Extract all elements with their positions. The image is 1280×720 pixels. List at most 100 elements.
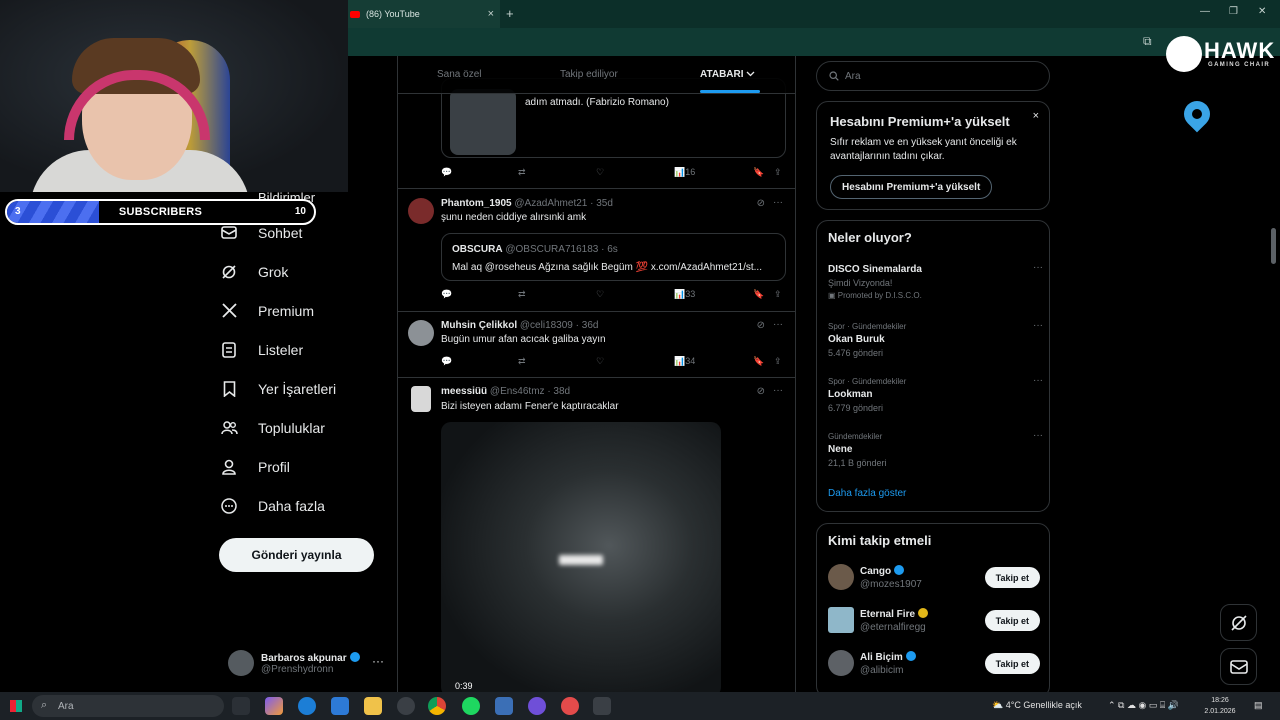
task-view-icon[interactable] — [232, 697, 250, 715]
taskbar-search[interactable]: ⌕ Ara — [32, 695, 224, 717]
tab-for-you[interactable]: Sana özel — [437, 69, 481, 80]
messages-floating-button[interactable] — [1220, 648, 1257, 685]
tweet-2[interactable]: Phantom_1905 @AzadAhmet21 · 35d ⊘ ··· şu… — [398, 189, 795, 312]
author-handle[interactable]: @Ens46tmz · 38d — [490, 386, 570, 397]
more-icon[interactable]: ··· — [1033, 262, 1043, 273]
post-button[interactable]: Gönderi yayınla — [219, 538, 374, 572]
trend-item[interactable]: Gündemdekiler Nene 21,1 B gönderi ··· — [828, 430, 1043, 468]
xbox-icon[interactable] — [397, 697, 415, 715]
reply-icon[interactable]: 💬 — [441, 356, 452, 367]
bookmark-icon[interactable]: 🔖 — [753, 356, 764, 367]
notification-icon[interactable]: ▤ — [1254, 700, 1263, 711]
follow-suggestion[interactable]: Cango @mozes1907 Takip et — [828, 564, 1040, 594]
tab-following[interactable]: Takip ediliyor — [560, 69, 618, 80]
views-count[interactable]: 📊 34 — [674, 356, 695, 367]
more-icon[interactable]: ··· — [773, 197, 783, 208]
retweet-icon[interactable]: ⇄ — [518, 289, 526, 300]
more-icon[interactable]: ··· — [1033, 430, 1043, 441]
grok-floating-button[interactable] — [1220, 604, 1257, 641]
trends-title: Neler oluyor? — [828, 230, 912, 245]
spotify-icon[interactable] — [462, 697, 480, 715]
views-count[interactable]: 📊 16 — [674, 167, 695, 178]
edge-icon[interactable] — [298, 697, 316, 715]
new-tab-button[interactable]: + — [506, 6, 514, 21]
share-icon[interactable]: ⇪ — [774, 167, 782, 178]
copilot-icon[interactable] — [265, 697, 283, 715]
more-icon[interactable]: ··· — [372, 654, 384, 668]
nav-item-lists[interactable]: Listeler — [220, 330, 390, 369]
explorer-icon[interactable] — [364, 697, 382, 715]
follow-button[interactable]: Takip et — [984, 653, 1040, 674]
nav-item-profile[interactable]: Profil — [220, 447, 390, 486]
window-close-icon[interactable]: ✕ — [1258, 6, 1266, 17]
trend-item[interactable]: Spor · Gündemdekiler Lookman 6.779 gönde… — [828, 375, 1043, 413]
chrome-icon[interactable] — [428, 697, 446, 715]
trend-item[interactable]: Spor · Gündemdekiler Okan Buruk 5.476 gö… — [828, 320, 1043, 358]
install-app-icon[interactable]: ⧉ — [1143, 34, 1152, 49]
app-icon[interactable] — [495, 697, 513, 715]
author-handle[interactable]: @AzadAhmet21 · 35d — [514, 198, 613, 209]
nav-item-grok[interactable]: Grok — [220, 252, 390, 291]
tab-atabari[interactable]: ATABARI — [700, 69, 755, 80]
minimize-icon[interactable]: — — [1200, 6, 1210, 17]
grok-icon[interactable]: ⊘ — [757, 386, 765, 397]
discord-icon[interactable] — [528, 697, 546, 715]
more-icon[interactable]: ··· — [1033, 375, 1043, 386]
retweet-icon[interactable]: ⇄ — [518, 167, 526, 178]
quote-card[interactable]: OBSCURA @OBSCURA716183 · 6s Mal aq @rose… — [441, 233, 786, 281]
author-handle[interactable]: @celi18309 · 36d — [520, 320, 599, 331]
retweet-icon[interactable]: ⇄ — [518, 356, 526, 367]
account-switcher[interactable]: Barbaros akpunar @Prenshydronn ··· — [228, 650, 384, 676]
like-icon[interactable]: ♡ — [596, 167, 604, 178]
trend-item[interactable]: DISCO Sinemalarda Şimdi Vizyonda! ▣ Prom… — [828, 262, 1043, 300]
start-icon[interactable] — [10, 700, 22, 712]
store-icon[interactable] — [331, 697, 349, 715]
grok-icon[interactable]: ⊘ — [757, 320, 765, 331]
more-icon[interactable]: ··· — [773, 385, 783, 396]
follow-suggestion[interactable]: Eternal Fire @eternalfiregg Takip et — [828, 607, 1040, 637]
bookmark-icon[interactable]: 🔖 — [753, 167, 764, 178]
tweet-video[interactable]: 0:39 — [441, 422, 721, 697]
reply-icon[interactable]: 💬 — [441, 289, 452, 300]
follow-button[interactable]: Takip et — [984, 610, 1040, 631]
nav-item-bookmarks[interactable]: Yer İşaretleri — [220, 369, 390, 408]
system-tray-icons[interactable]: ⌃ ⧉ ☁ ◉ ▭ ⌸ 🔊 — [1108, 700, 1179, 711]
more-icon[interactable]: ··· — [1033, 320, 1043, 331]
nav-item-communities[interactable]: Topluluklar — [220, 408, 390, 447]
show-more-link[interactable]: Daha fazla göster — [828, 488, 906, 499]
grok-icon[interactable]: ⊘ — [757, 198, 765, 209]
avatar[interactable] — [408, 198, 434, 224]
author-name[interactable]: meessiüü — [441, 386, 487, 397]
avatar — [828, 564, 854, 590]
reply-icon[interactable]: 💬 — [441, 167, 452, 178]
restore-icon[interactable]: ❐ — [1229, 6, 1238, 17]
follow-button[interactable]: Takip et — [984, 567, 1040, 588]
app-icon-red[interactable] — [561, 697, 579, 715]
taskbar-clock[interactable]: 18:26 2.01.2026 — [1200, 695, 1240, 717]
avatar[interactable] — [411, 386, 431, 412]
follow-suggestion[interactable]: Ali Biçim @alibicim Takip et — [828, 650, 1040, 680]
like-icon[interactable]: ♡ — [596, 356, 604, 367]
views-count[interactable]: 📊 33 — [674, 289, 695, 300]
author-name[interactable]: Muhsin Çelikkol — [441, 320, 517, 331]
share-icon[interactable]: ⇪ — [774, 289, 782, 300]
browser-tab-youtube[interactable]: (86) YouTube × — [344, 0, 500, 28]
tweet-header: meessiüü @Ens46tmz · 38d — [441, 386, 570, 397]
share-icon[interactable]: ⇪ — [774, 356, 782, 367]
avatar[interactable] — [408, 320, 434, 346]
weather-widget[interactable]: ⛅ 4°C Genellikle açık — [992, 700, 1082, 711]
settings-icon[interactable] — [593, 697, 611, 715]
more-icon[interactable]: ··· — [773, 319, 783, 330]
nav-item-more[interactable]: Daha fazla — [220, 486, 390, 525]
premium-upgrade-button[interactable]: Hesabını Premium+'a yükselt — [830, 175, 993, 199]
bookmark-icon[interactable]: 🔖 — [753, 289, 764, 300]
tweet-3[interactable]: Muhsin Çelikkol @celi18309 · 36d ⊘ ··· B… — [398, 312, 795, 378]
scrollbar-thumb[interactable] — [1271, 228, 1276, 264]
close-icon[interactable]: × — [1033, 110, 1039, 122]
search-input[interactable]: Ara — [816, 61, 1050, 91]
author-name[interactable]: Phantom_1905 — [441, 198, 512, 209]
like-icon[interactable]: ♡ — [596, 289, 604, 300]
nav-item-premium[interactable]: Premium — [220, 291, 390, 330]
tab-close-icon[interactable]: × — [488, 8, 494, 20]
suggestion-name: Cango — [860, 565, 905, 577]
